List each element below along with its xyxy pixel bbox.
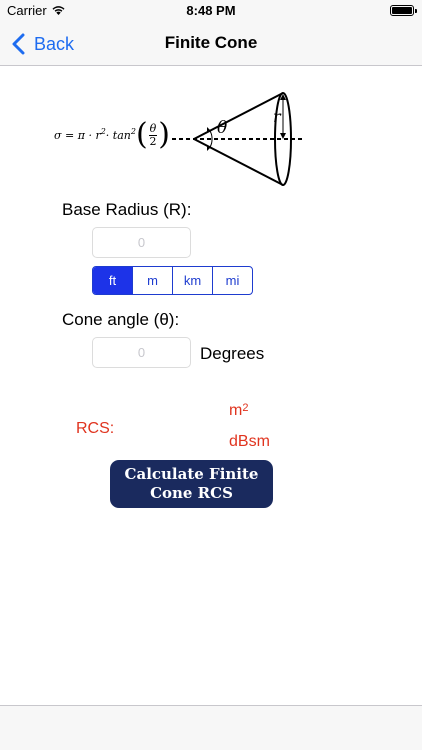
battery-icon bbox=[390, 5, 417, 16]
segment-ft[interactable]: ft bbox=[93, 267, 133, 294]
rcs-formula: σ = π · r2 · tan 2 ( θ 2 ) bbox=[54, 120, 170, 150]
cone-angle-label: Cone angle (θ): bbox=[62, 310, 180, 329]
base-radius-label: Base Radius (R): bbox=[62, 200, 192, 219]
cone-radius-label: r bbox=[273, 107, 282, 126]
rcs-unit-dbsm: dBsm bbox=[229, 433, 270, 450]
formula-fraction: θ 2 bbox=[148, 121, 158, 148]
rcs-unit-m2: m2 bbox=[229, 402, 248, 420]
status-bar: Carrier 8:48 PM bbox=[0, 0, 422, 22]
cone-angle-input[interactable]: 0 bbox=[92, 337, 191, 368]
status-time: 8:48 PM bbox=[186, 3, 236, 18]
segment-km[interactable]: km bbox=[173, 267, 213, 294]
page-title: Finite Cone bbox=[164, 33, 258, 52]
calculate-button[interactable]: Calculate Finite Cone RCS bbox=[110, 460, 273, 508]
bottom-toolbar bbox=[0, 705, 422, 750]
formula-right-paren: ) bbox=[158, 117, 171, 152]
rcs-label: RCS: bbox=[76, 420, 115, 437]
formula-diagram: σ = π · r2 · tan 2 ( θ 2 ) θ r bbox=[52, 86, 312, 188]
base-radius-input[interactable]: 0 bbox=[92, 227, 191, 258]
formula-sigma-part: σ = π · r bbox=[54, 128, 101, 142]
segment-mi[interactable]: mi bbox=[213, 267, 252, 294]
unit-segmented-control: ft m km mi bbox=[92, 266, 253, 295]
formula-frac-numerator: θ bbox=[148, 121, 158, 136]
degrees-unit-label: Degrees bbox=[200, 344, 265, 363]
cone-theta-label: θ bbox=[217, 118, 227, 138]
formula-left-paren: ( bbox=[135, 117, 148, 152]
cone-diagram: θ r bbox=[172, 92, 302, 186]
formula-tan-exponent: 2 bbox=[130, 126, 136, 136]
rcs-unit-m2-exponent: 2 bbox=[242, 402, 249, 414]
formula-tan-part: · tan bbox=[105, 128, 131, 142]
rcs-unit-m2-base: m bbox=[229, 402, 243, 419]
formula-frac-denominator: 2 bbox=[149, 134, 157, 148]
calculate-button-line2: Cone RCS bbox=[150, 484, 233, 502]
calculate-button-line1: Calculate Finite bbox=[124, 465, 259, 483]
formula-r-exponent: 2 bbox=[100, 126, 106, 136]
segment-m[interactable]: m bbox=[133, 267, 173, 294]
navigation-bar: Back Finite Cone bbox=[0, 22, 422, 66]
